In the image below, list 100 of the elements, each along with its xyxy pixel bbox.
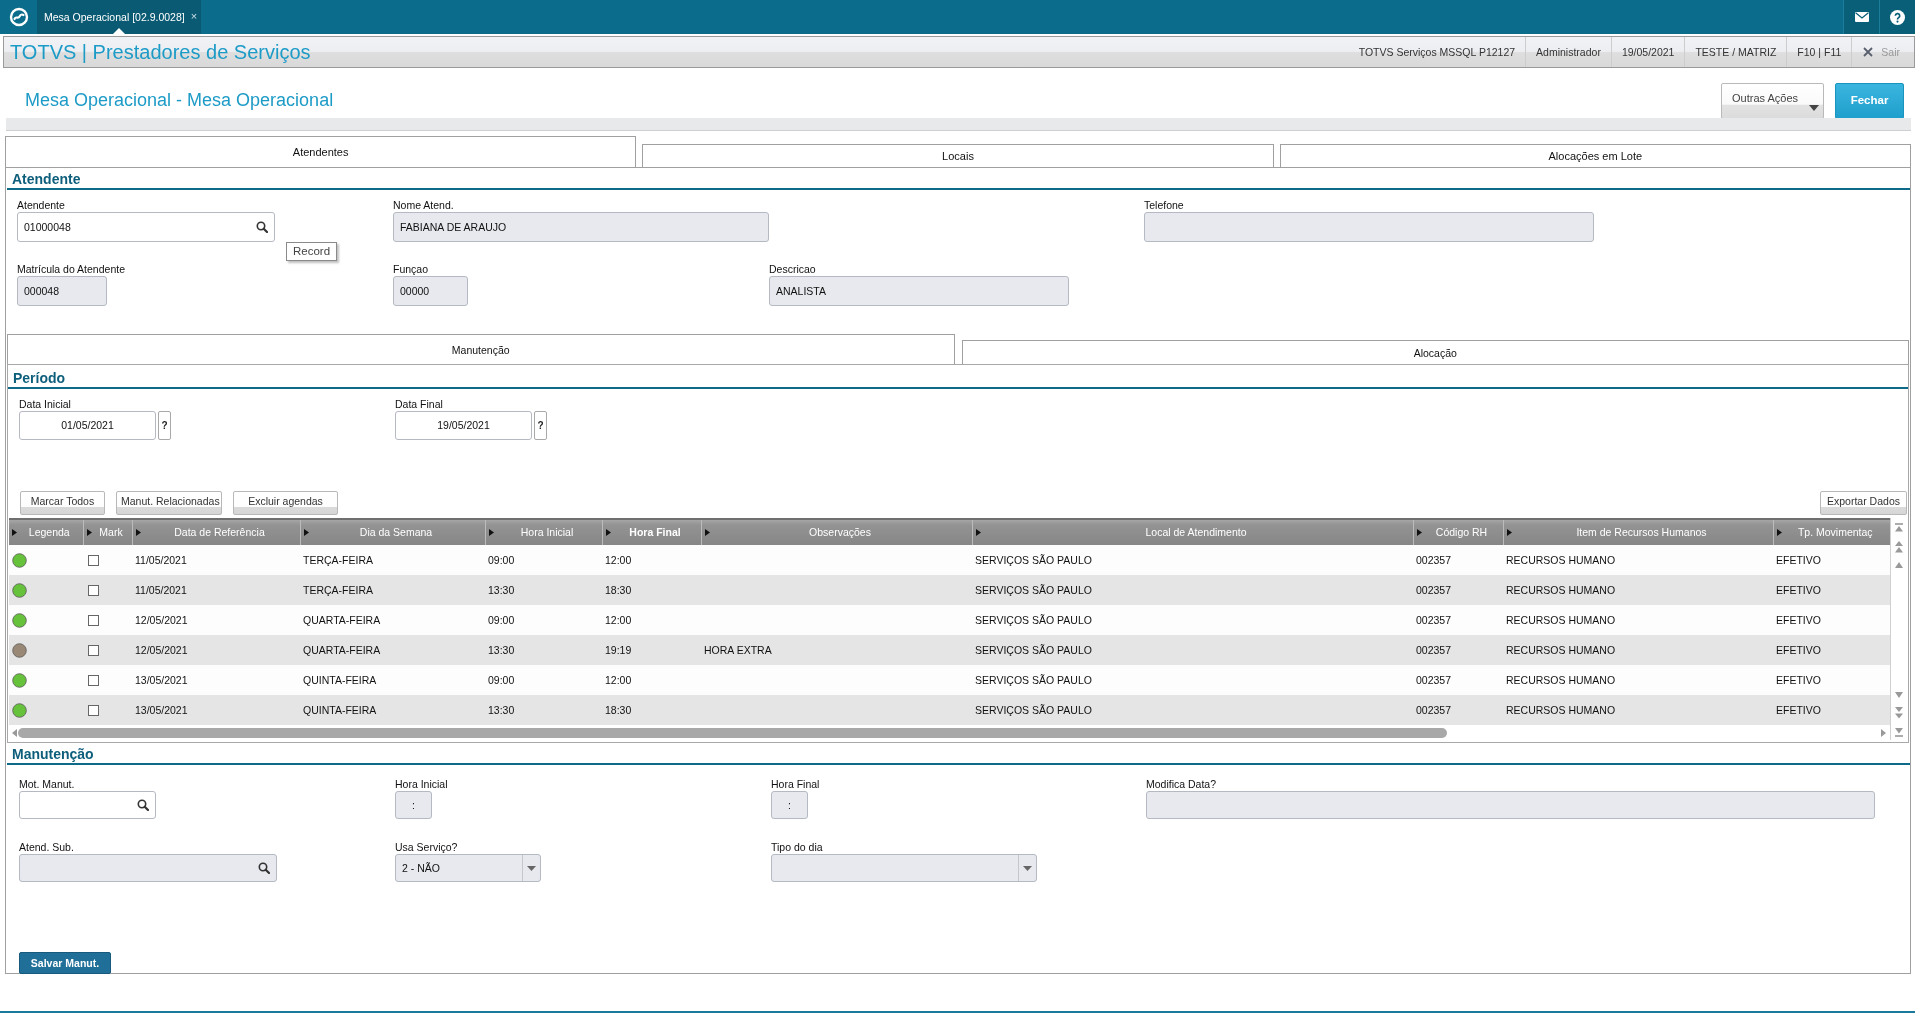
help-button[interactable]: ? — [158, 411, 171, 440]
toolbar-button[interactable]: Manut. Relacionadas — [116, 491, 222, 515]
table-cell: 12:00 — [602, 545, 701, 575]
lookup-field[interactable] — [19, 791, 156, 819]
caret-icon — [1776, 529, 1782, 536]
date-field[interactable]: 19/05/2021 — [395, 411, 532, 440]
table-cell: SERVIÇOS SÃO PAULO — [972, 635, 1413, 665]
date-field[interactable]: 01/05/2021 — [19, 411, 156, 440]
tab[interactable]: Alocação — [961, 340, 1909, 364]
scroll-top-icon[interactable] — [1894, 523, 1904, 532]
close-button[interactable]: × — [190, 10, 198, 24]
table-cell: EFETIVO — [1773, 605, 1890, 635]
tab[interactable]: Manutenção — [7, 334, 955, 364]
field-label: Nome Atend. — [393, 199, 454, 212]
table-cell: 002357 — [1413, 635, 1503, 665]
page-title: Mesa Operacional - Mesa Operacional — [25, 90, 334, 110]
table-cell: 12/05/2021 — [132, 635, 300, 665]
mail-button[interactable] — [1843, 0, 1879, 34]
checkbox[interactable] — [88, 645, 99, 657]
table-cell: EFETIVO — [1773, 695, 1890, 725]
caret-icon — [1809, 105, 1819, 111]
field-label: Tipo do dia — [771, 841, 823, 854]
field-label: Usa Serviço? — [395, 841, 458, 854]
table-cell: QUARTA-FEIRA — [300, 635, 485, 665]
table-cell: QUINTA-FEIRA — [300, 695, 485, 725]
lookup-field[interactable]: 01000048 — [17, 212, 275, 242]
header-info: Administrador — [1525, 37, 1611, 67]
header-info: TOTVS Serviços MSSQL P12127 — [1357, 45, 1517, 60]
field-label: Funçao — [393, 263, 429, 276]
table-cell: 13:30 — [485, 575, 602, 605]
table-cell: 09:00 — [485, 665, 602, 695]
table-cell: EFETIVO — [1773, 635, 1890, 665]
search-icon[interactable] — [256, 221, 268, 233]
caret-icon — [975, 529, 981, 536]
caret-icon — [135, 529, 141, 536]
field-label: Atendente — [17, 199, 65, 212]
table-cell: 002357 — [1413, 575, 1503, 605]
checkbox[interactable] — [88, 705, 99, 717]
table-cell: RECURSOS HUMANO — [1503, 635, 1773, 665]
field-label: Hora Inicial — [395, 778, 448, 791]
table-cell: RECURSOS HUMANO — [1503, 665, 1773, 695]
scroll-thumb[interactable] — [18, 727, 1447, 738]
save-button[interactable]: Salvar Manut. — [19, 952, 111, 974]
app-tab[interactable]: Mesa Operacional [02.9.0028] × — [37, 0, 201, 34]
header-info: F10 | F11 — [1786, 37, 1852, 67]
table-cell: EFETIVO — [1773, 545, 1890, 575]
help-button[interactable] — [1879, 0, 1915, 34]
table-cell: 12:00 — [602, 605, 701, 635]
toolbar-button[interactable]: Excluir agendas — [233, 491, 338, 515]
table-cell: 13/05/2021 — [132, 665, 300, 695]
field-label: Descricao — [769, 263, 816, 276]
table-cell: SERVIÇOS SÃO PAULO — [972, 665, 1413, 695]
scroll-down-icon[interactable] — [1894, 692, 1904, 698]
scroll-bottom-icon[interactable] — [1894, 728, 1904, 737]
table-cell: 13/05/2021 — [132, 695, 300, 725]
caret-icon — [303, 529, 309, 536]
table-cell: 09:00 — [485, 545, 602, 575]
caret-icon — [86, 529, 92, 536]
table-cell: EFETIVO — [1773, 575, 1890, 605]
field-label: Modifica Data? — [1146, 778, 1217, 791]
export-button[interactable]: Exportar Dados — [1820, 491, 1907, 515]
search-icon[interactable] — [137, 799, 149, 811]
section-title: Manutenção — [7, 746, 1910, 765]
section-title: Período — [8, 370, 1908, 389]
scroll-up-icon[interactable] — [1894, 562, 1904, 568]
table-cell: RECURSOS HUMANO — [1503, 605, 1773, 635]
table-cell: SERVIÇOS SÃO PAULO — [972, 695, 1413, 725]
caret-icon — [704, 529, 710, 536]
app-title: TOTVS | Prestadores de Serviços — [9, 40, 311, 64]
field-label: Hora Final — [771, 778, 820, 791]
table-cell: 11/05/2021 — [132, 545, 300, 575]
header-info: TESTE / MATRIZ — [1684, 37, 1787, 67]
checkbox[interactable] — [88, 585, 99, 597]
tab[interactable]: Atendentes — [5, 136, 637, 167]
more-actions-button[interactable]: Outras Ações — [1721, 83, 1824, 119]
scroll-right-icon[interactable] — [1881, 728, 1886, 737]
section-title: Atendente — [7, 171, 1910, 190]
table-cell: RECURSOS HUMANO — [1503, 695, 1773, 725]
page-down-icon[interactable] — [1894, 707, 1904, 719]
table-cell: 18:30 — [602, 575, 701, 605]
checkbox[interactable] — [88, 555, 99, 567]
help-button[interactable]: ? — [534, 411, 547, 440]
caret-icon — [605, 529, 611, 536]
tab[interactable]: Locais — [642, 144, 1274, 167]
toolbar-button[interactable]: Marcar Todos — [20, 491, 105, 515]
help-icon — [1890, 9, 1905, 25]
page-up-icon[interactable] — [1894, 541, 1904, 553]
mail-icon — [1854, 12, 1869, 22]
checkbox[interactable] — [88, 615, 99, 627]
table-cell: SERVIÇOS SÃO PAULO — [972, 605, 1413, 635]
table-cell: 002357 — [1413, 605, 1503, 635]
table-cell: SERVIÇOS SÃO PAULO — [972, 545, 1413, 575]
tooltip: Record — [286, 242, 338, 261]
field-label: Atend. Sub. — [19, 841, 74, 854]
table-cell: 002357 — [1413, 695, 1503, 725]
table-cell: TERÇA-FEIRA — [300, 575, 485, 605]
caret-icon — [12, 529, 17, 536]
table-cell: 12:00 — [602, 665, 701, 695]
checkbox[interactable] — [88, 675, 99, 687]
tab[interactable]: Alocações em Lote — [1279, 144, 1911, 167]
